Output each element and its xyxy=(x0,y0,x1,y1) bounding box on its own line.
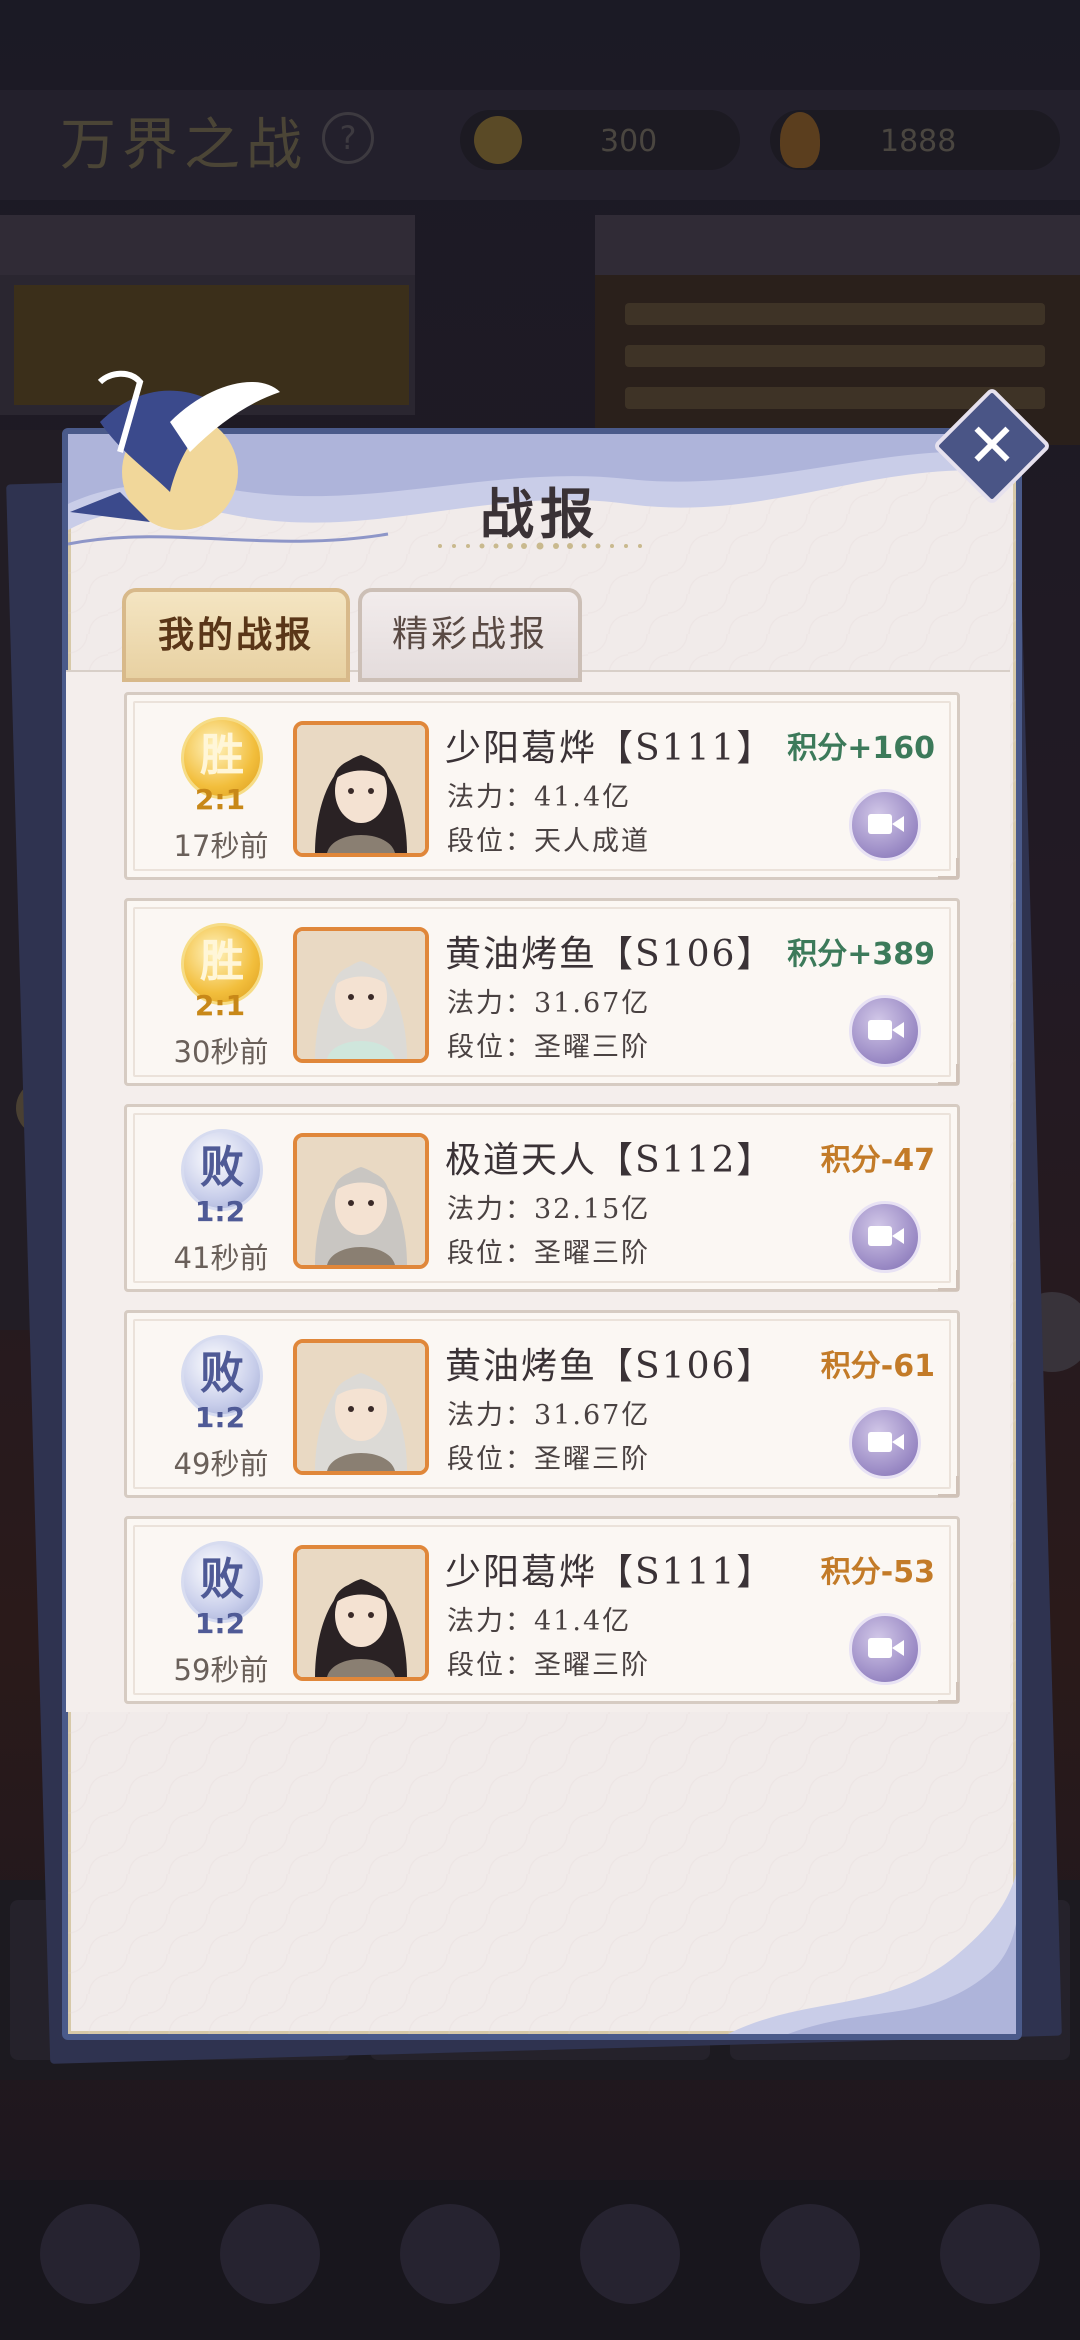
video-camera-icon xyxy=(868,814,892,834)
time-ago: 49秒前 xyxy=(173,1447,269,1481)
opponent-rank: 段位：圣曜三阶 xyxy=(447,1650,650,1681)
footer-wave-decoration xyxy=(728,1874,1016,2034)
report-card[interactable]: 胜 2:1 30秒前 黄油烤鱼【S106】 法力：31.67亿 段位：圣曜三阶 … xyxy=(124,898,960,1086)
report-card[interactable]: 败 1:2 41秒前 极道天人【S112】 法力：32.15亿 段位：圣曜三阶 … xyxy=(124,1104,960,1292)
match-score: 2:1 xyxy=(194,989,246,1022)
time-ago: 17秒前 xyxy=(173,829,269,863)
time-ago: 59秒前 xyxy=(173,1653,269,1687)
opponent-avatar[interactable] xyxy=(293,1339,429,1475)
opponent-avatar[interactable] xyxy=(293,1133,429,1269)
video-camera-icon xyxy=(868,1638,892,1658)
opponent-power: 法力：31.67亿 xyxy=(447,988,651,1019)
tab-highlight-reports[interactable]: 精彩战报 xyxy=(358,588,582,682)
opponent-rank: 段位：圣曜三阶 xyxy=(447,1444,650,1475)
video-camera-icon xyxy=(868,1432,892,1452)
time-ago: 30秒前 xyxy=(173,1035,269,1069)
replay-button[interactable] xyxy=(849,995,921,1067)
opponent-power: 法力：31.67亿 xyxy=(447,1400,651,1431)
match-score: 1:2 xyxy=(194,1401,246,1434)
video-camera-icon xyxy=(868,1226,892,1246)
video-camera-icon xyxy=(868,1020,892,1040)
opponent-name: 少阳葛烨【S111】 xyxy=(445,728,775,769)
points-change: 积分-53 xyxy=(820,1555,935,1590)
report-card[interactable]: 败 1:2 49秒前 黄油烤鱼【S106】 法力：31.67亿 段位：圣曜三阶 … xyxy=(124,1310,960,1498)
opponent-power: 法力：41.4亿 xyxy=(447,782,632,813)
opponent-name: 黄油烤鱼【S106】 xyxy=(445,1346,775,1387)
opponent-power: 法力：41.4亿 xyxy=(447,1606,632,1637)
points-change: 积分+160 xyxy=(787,731,935,766)
currency-2-icon xyxy=(780,112,820,168)
opponent-rank: 段位：天人成道 xyxy=(447,826,650,857)
match-score: 1:2 xyxy=(194,1607,246,1640)
opponent-power: 法力：32.15亿 xyxy=(447,1194,651,1225)
opponent-rank: 段位：圣曜三阶 xyxy=(447,1238,650,1269)
opponent-avatar[interactable] xyxy=(293,927,429,1063)
points-change: 积分-61 xyxy=(820,1349,935,1384)
tab-my-reports[interactable]: 我的战报 xyxy=(122,588,350,682)
dialog-title: 战报 xyxy=(480,482,600,546)
report-card[interactable]: 败 1:2 59秒前 少阳葛烨【S111】 法力：41.4亿 段位：圣曜三阶 积… xyxy=(124,1516,960,1704)
replay-button[interactable] xyxy=(849,1613,921,1685)
match-score: 1:2 xyxy=(194,1195,246,1228)
replay-button[interactable] xyxy=(849,789,921,861)
time-ago: 41秒前 xyxy=(173,1241,269,1275)
opponent-name: 黄油烤鱼【S106】 xyxy=(445,934,775,975)
replay-button[interactable] xyxy=(849,1407,921,1479)
opponent-rank: 段位：圣曜三阶 xyxy=(447,1032,650,1063)
opponent-name: 少阳葛烨【S111】 xyxy=(445,1552,775,1593)
replay-button[interactable] xyxy=(849,1201,921,1273)
currency-1-value: 300 xyxy=(600,124,658,159)
currency-bar-1: 300 xyxy=(460,110,740,170)
currency-1-icon xyxy=(474,116,522,164)
match-score: 2:1 xyxy=(194,783,246,816)
background-bottom-nav xyxy=(0,2180,1080,2340)
background-title: 万界之战 xyxy=(60,113,308,178)
help-icon: ? xyxy=(322,112,374,164)
currency-2-value: 1888 xyxy=(880,124,957,159)
points-change: 积分-47 xyxy=(820,1143,935,1178)
opponent-avatar[interactable] xyxy=(293,721,429,857)
report-card[interactable]: 胜 2:1 17秒前 少阳葛烨【S111】 法力：41.4亿 段位：天人成道 积… xyxy=(124,692,960,880)
opponent-name: 极道天人【S112】 xyxy=(445,1140,775,1181)
opponent-avatar[interactable] xyxy=(293,1545,429,1681)
title-ornament xyxy=(438,542,642,550)
points-change: 积分+389 xyxy=(787,937,935,972)
currency-bar-2: 1888 xyxy=(770,110,1060,170)
